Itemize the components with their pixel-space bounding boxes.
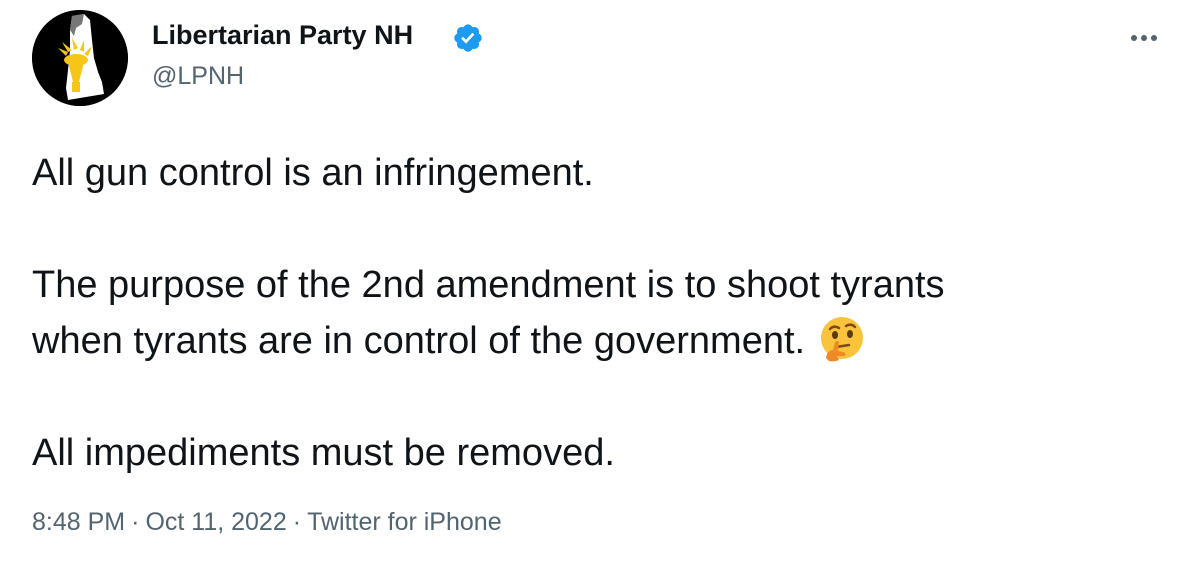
thinking-face-icon (821, 316, 864, 362)
avatar[interactable] (32, 10, 128, 106)
torch-on-nh-map-logo-icon (32, 10, 128, 106)
tweet-date[interactable]: Oct 11, 2022 (145, 508, 286, 537)
tweet-meta: 8:48 PM · Oct 11, 2022 · Twitter for iPhone (32, 508, 502, 537)
tweet-line-2: The purpose of the 2nd amendment is to s… (32, 264, 945, 306)
verified-badge-icon (454, 24, 482, 52)
tweet-line-3: when tyrants are in control of the gover… (32, 320, 806, 362)
meta-separator: · (292, 508, 302, 536)
tweet-line-1: All gun control is an infringement. (32, 152, 594, 194)
author-handle[interactable]: @LPNH (152, 62, 244, 91)
meta-separator: · (131, 508, 140, 536)
tweet-source[interactable]: Twitter for iPhone (307, 508, 502, 537)
author-name[interactable]: Libertarian Party NH (152, 20, 413, 51)
tweet-time[interactable]: 8:48 PM (32, 508, 125, 537)
tweet-line-4: All impediments must be removed. (32, 432, 615, 474)
tweet-line-3-wrapper: when tyrants are in control of the gover… (32, 313, 1172, 369)
tweet-card: Libertarian Party NH @LPNH All gun contr… (0, 0, 1196, 578)
more-dots-icon[interactable] (1122, 22, 1166, 54)
tweet-text: All gun control is an infringement. The … (32, 145, 1172, 481)
